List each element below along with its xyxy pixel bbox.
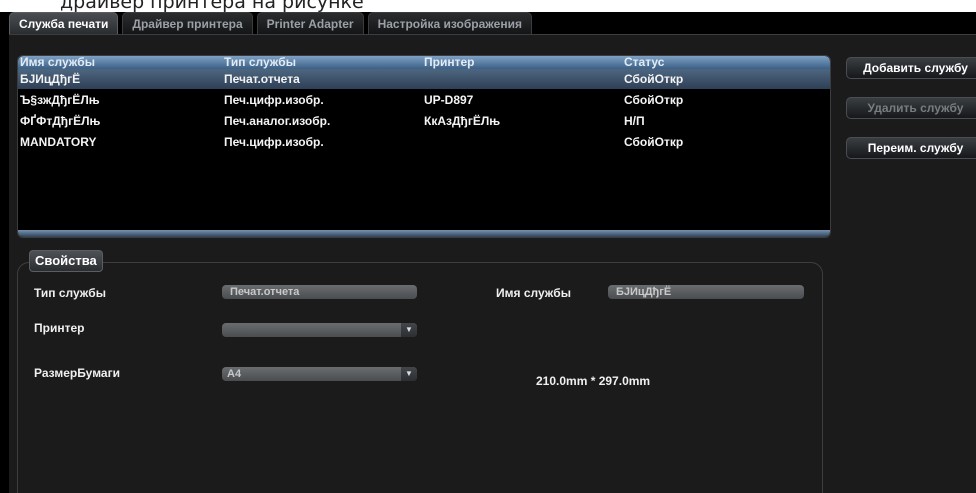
table-row[interactable]: БЈИцДђгЁ Печат.отчета СбойОткр — [18, 69, 830, 89]
row-service-name: ФҐФтДђгЁЛњ — [20, 114, 101, 128]
row-printer: КкАзДђгЁЛњ — [424, 114, 501, 128]
service-type-field[interactable]: Печат.отчета — [222, 285, 417, 299]
tab-printer-adapter[interactable]: Printer Adapter — [256, 12, 364, 34]
row-service-type: Печ.цифр.изобр. — [224, 93, 324, 107]
row-status: Н/П — [624, 114, 645, 128]
paper-size-dropdown-value: A4 — [227, 368, 242, 380]
row-service-type: Печ.аналог.изобр. — [224, 114, 331, 128]
row-status: СбойОткр — [624, 93, 684, 107]
table-row[interactable]: Ъ§зжДђгЁЛњ Печ.цифр.изобр. UP-D897 СбойО… — [18, 90, 830, 110]
row-status: СбойОткр — [624, 135, 684, 149]
row-service-name: Ъ§зжДђгЁЛњ — [20, 93, 100, 107]
table-row[interactable]: ФҐФтДђгЁЛњ Печ.аналог.изобр. КкАзДђгЁЛњ … — [18, 111, 830, 131]
tab-bar: Служба печати Драйвер принтера Printer A… — [9, 12, 536, 34]
tab-image-settings[interactable]: Настройка изображения — [367, 12, 532, 34]
caption-text: драйвер принтера на рисунке — [60, 0, 364, 12]
tab-printer-driver[interactable]: Драйвер принтера — [122, 12, 253, 34]
rename-service-button[interactable]: Переим. службу — [846, 137, 976, 159]
delete-service-button[interactable]: Удалить службу — [846, 97, 976, 119]
properties-title: Свойства — [29, 250, 103, 272]
add-service-button[interactable]: Добавить службу — [846, 57, 976, 79]
side-button-group: Добавить службу Удалить службу Переим. с… — [846, 57, 976, 177]
row-service-type: Печ.цифр.изобр. — [224, 135, 324, 149]
row-service-type: Печат.отчета — [224, 72, 300, 86]
chevron-down-icon[interactable]: ▼ — [401, 323, 417, 337]
paper-size-dropdown[interactable]: A4 ▼ — [222, 367, 417, 381]
paper-size-label: РазмерБумаги — [34, 366, 120, 380]
tab-print-service[interactable]: Служба печати — [9, 12, 119, 34]
table-row[interactable]: MANDATORY Печ.цифр.изобр. СбойОткр — [18, 132, 830, 152]
printer-dropdown[interactable]: ▼ — [222, 323, 417, 337]
row-status: СбойОткр — [624, 72, 684, 86]
service-name-label: Имя службы — [496, 286, 571, 300]
service-type-label: Тип службы — [34, 286, 106, 300]
column-header-name[interactable]: Имя службы — [20, 56, 95, 69]
service-name-field[interactable]: БЈИцДђгЁ — [608, 285, 804, 299]
paper-dimensions-text: 210.0mm * 297.0mm — [536, 374, 651, 388]
chevron-down-icon[interactable]: ▼ — [401, 367, 417, 381]
service-table[interactable]: Имя службы Тип службы Принтер Статус БЈИ… — [17, 55, 831, 238]
row-service-name: БЈИцДђгЁ — [20, 72, 81, 86]
column-header-type[interactable]: Тип службы — [224, 56, 296, 69]
row-service-name: MANDATORY — [20, 135, 97, 149]
column-header-printer[interactable]: Принтер — [424, 56, 474, 69]
printer-label: Принтер — [34, 321, 85, 335]
horizontal-scrollbar[interactable] — [18, 230, 830, 237]
table-header: Имя службы Тип службы Принтер Статус — [18, 56, 830, 69]
row-printer: UP-D897 — [424, 93, 474, 107]
column-header-status[interactable]: Статус — [624, 56, 664, 69]
main-panel: Имя службы Тип службы Принтер Статус БЈИ… — [9, 34, 976, 493]
caption-strip: драйвер принтера на рисунке — [0, 0, 976, 12]
